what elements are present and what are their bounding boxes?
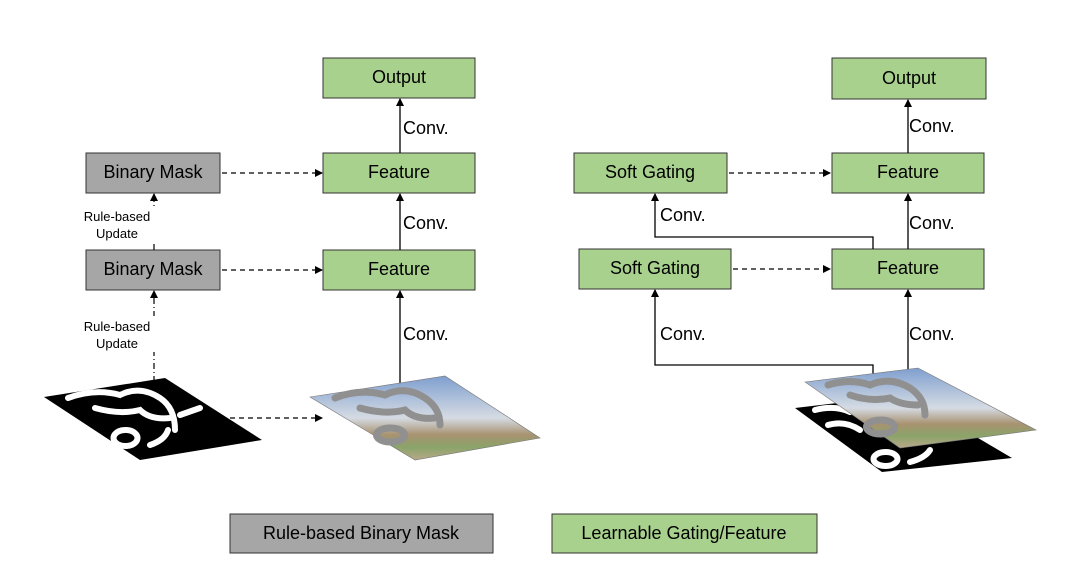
left-feature-mid-label: Feature	[368, 259, 430, 279]
left-masked-input-image	[309, 375, 541, 461]
right-conv-label: Conv.	[909, 116, 955, 136]
left-feature-mid-box: Feature	[322, 249, 476, 291]
right-conv-label: Conv.	[660, 324, 706, 344]
update-label-line2: Update	[96, 336, 138, 351]
update-label-line1: Rule-based	[84, 209, 151, 224]
right-gating-mid-label: Soft Gating	[610, 258, 700, 278]
update-label-line1: Rule-based	[84, 319, 151, 334]
legend-rule-based: Rule-based Binary Mask	[229, 513, 494, 554]
legend-rule-based-label: Rule-based Binary Mask	[263, 523, 460, 543]
right-conv-label: Conv.	[660, 205, 706, 225]
left-output-label: Output	[372, 67, 426, 87]
right-pipeline: Output Feature Feature Soft Gating Soft …	[573, 57, 1037, 472]
right-output-label: Output	[882, 68, 936, 88]
left-mask-mid-box: Binary Mask	[85, 249, 221, 291]
update-label-line2: Update	[96, 226, 138, 241]
right-feature-mid-label: Feature	[877, 258, 939, 278]
right-output-box: Output	[831, 57, 987, 100]
left-feature-top-label: Feature	[368, 162, 430, 182]
diagram: Output Feature Feature Binary Mask Binar…	[44, 57, 1037, 554]
legend-learnable: Learnable Gating/Feature	[551, 513, 818, 554]
left-feature-top-box: Feature	[322, 152, 476, 194]
right-conv-label: Conv.	[909, 213, 955, 233]
left-binary-mask-image	[44, 378, 262, 460]
left-output-box: Output	[322, 57, 476, 99]
left-update-label-mid: Rule-based Update	[76, 316, 158, 352]
left-mask-top-box: Binary Mask	[85, 152, 221, 194]
right-gating-top-box: Soft Gating	[573, 152, 728, 194]
legend-learnable-label: Learnable Gating/Feature	[581, 523, 786, 543]
right-feature-top-label: Feature	[877, 162, 939, 182]
left-update-label-top: Rule-based Update	[76, 206, 158, 242]
right-conv-label: Conv.	[909, 324, 955, 344]
left-mask-mid-label: Binary Mask	[103, 259, 203, 279]
left-mask-top-label: Binary Mask	[103, 162, 203, 182]
left-conv-label: Conv.	[403, 213, 449, 233]
left-conv-label: Conv.	[403, 118, 449, 138]
right-feature-mid-box: Feature	[831, 248, 985, 290]
legend: Rule-based Binary Mask Learnable Gating/…	[229, 513, 818, 554]
right-gating-mid-box: Soft Gating	[578, 248, 732, 290]
right-gating-top-label: Soft Gating	[605, 162, 695, 182]
left-pipeline: Output Feature Feature Binary Mask Binar…	[44, 57, 541, 461]
left-conv-label: Conv.	[403, 324, 449, 344]
right-feature-top-box: Feature	[831, 152, 985, 194]
